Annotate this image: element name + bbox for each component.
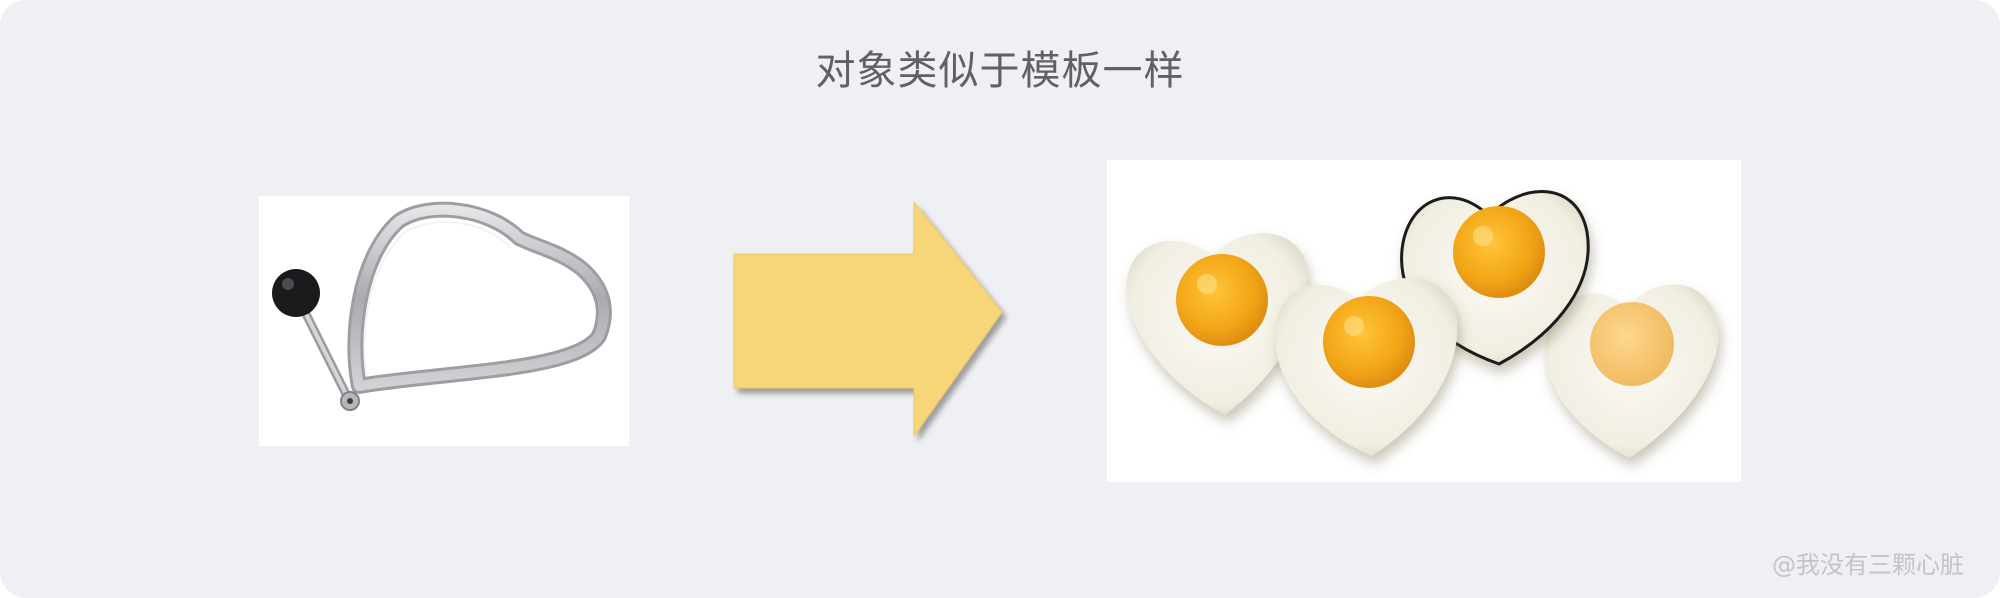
mold-image	[259, 196, 629, 446]
egg-4	[1545, 284, 1719, 458]
diagram-card: 对象类似于模板一样 @我没有三颗心脏	[0, 0, 2000, 598]
diagram-title: 对象类似于模板一样	[815, 48, 1185, 94]
fried-eggs-image	[1107, 160, 1741, 482]
watermark: @我没有三颗心脏	[1772, 551, 1964, 579]
heart-fried-eggs-icon	[1126, 190, 1719, 458]
heart-egg-mold-icon	[272, 201, 612, 411]
right-arrow-icon	[730, 200, 1010, 450]
egg-2	[1274, 278, 1458, 456]
